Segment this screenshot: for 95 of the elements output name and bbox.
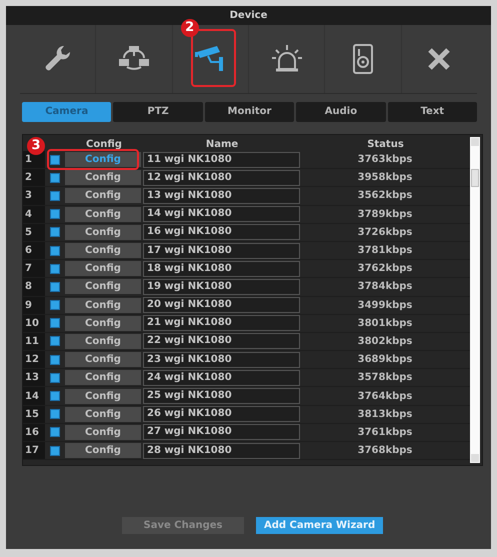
row-number: 6 xyxy=(23,242,45,260)
config-button[interactable]: Config xyxy=(65,424,141,440)
checkbox[interactable] xyxy=(50,318,60,328)
name-field[interactable]: 21 wgi NK1080 xyxy=(143,315,300,332)
table-cell-text: 3789kbps xyxy=(356,208,414,220)
row-number: 9 xyxy=(23,296,45,314)
scroll-thumb[interactable] xyxy=(471,169,479,187)
row-number: 17 xyxy=(23,442,45,460)
tab[interactable]: Text xyxy=(388,102,478,122)
name-field[interactable]: 12 wgi NK1080 xyxy=(143,170,300,186)
name-field[interactable]: 18 wgi NK1080 xyxy=(143,260,300,277)
table-cell-text: 3784kbps xyxy=(356,281,414,292)
name-field[interactable]: 14 wgi NK1080 xyxy=(143,206,300,222)
checkbox[interactable] xyxy=(50,446,60,456)
config-button[interactable]: Config xyxy=(65,298,141,313)
config-button[interactable]: Config xyxy=(65,279,141,294)
table-cell-text: 3813kbps xyxy=(356,408,414,420)
tab[interactable]: Monitor xyxy=(204,102,294,122)
name-field[interactable]: 26 wgi NK1080 xyxy=(143,406,300,422)
name-field[interactable]: 27 wgi NK1080 xyxy=(143,424,300,440)
table-cell-text: 3768kbps xyxy=(356,445,414,456)
checkbox[interactable] xyxy=(50,391,60,402)
config-button[interactable]: Config xyxy=(65,170,141,186)
table-cell-text: 3761kbps xyxy=(356,426,414,438)
checkbox[interactable] xyxy=(50,190,60,201)
name-field[interactable]: 20 wgi NK1080 xyxy=(143,297,300,314)
table-cell-text: 3562kbps xyxy=(356,190,414,202)
checkbox[interactable] xyxy=(50,372,60,383)
config-button[interactable]: Config xyxy=(65,224,141,240)
row-number: 11 xyxy=(23,332,45,350)
row-number: 16 xyxy=(23,424,45,441)
name-field[interactable]: 23 wgi NK1080 xyxy=(143,352,300,368)
row-number: 4 xyxy=(23,206,45,223)
row-number: 7 xyxy=(23,260,45,278)
row-number: 3 xyxy=(23,187,45,205)
config-button[interactable]: Config xyxy=(65,352,141,368)
table-cell-text: 3578kbps xyxy=(356,372,414,384)
callout-badge: 2 xyxy=(180,19,199,37)
config-button[interactable]: Config xyxy=(65,388,141,404)
name-field[interactable]: 22 wgi NK1080 xyxy=(143,333,300,350)
name-field[interactable]: 17 wgi NK1080 xyxy=(143,242,300,259)
column-header: Config xyxy=(85,138,123,150)
table-cell-text: 3762kbps xyxy=(356,263,414,274)
name-field[interactable]: 28 wgi NK1080 xyxy=(143,442,300,459)
name-field[interactable]: 11 wgi NK1080 xyxy=(143,152,300,168)
checkbox[interactable] xyxy=(50,300,60,310)
name-field[interactable]: 19 wgi NK1080 xyxy=(143,278,300,295)
name-field[interactable]: 13 wgi NK1080 xyxy=(143,188,300,204)
config-button[interactable]: Config xyxy=(65,261,141,276)
row-number: 12 xyxy=(23,351,45,368)
checkbox[interactable] xyxy=(50,427,60,438)
table-cell-text: 3499kbps xyxy=(356,300,414,311)
callout-badge: 3 xyxy=(27,137,45,155)
table-cell-text: 3726kbps xyxy=(356,226,414,238)
row-number: 8 xyxy=(23,278,45,296)
name-field[interactable]: 25 wgi NK1080 xyxy=(143,388,300,404)
checkbox[interactable] xyxy=(50,209,60,220)
row-number: 2 xyxy=(23,169,45,186)
config-button[interactable]: Config xyxy=(65,188,141,204)
scrollbar[interactable] xyxy=(470,137,480,463)
checkbox[interactable] xyxy=(50,172,60,183)
table-cell-text: 3763kbps xyxy=(356,154,414,166)
row-number: 13 xyxy=(23,369,45,386)
row-number: 15 xyxy=(23,406,45,423)
row-number: 5 xyxy=(23,224,45,241)
checkbox[interactable] xyxy=(50,409,60,420)
window-title: Device xyxy=(230,10,268,21)
checkbox[interactable] xyxy=(50,154,60,165)
checkbox[interactable] xyxy=(50,282,60,292)
name-field[interactable]: 24 wgi NK1080 xyxy=(143,370,300,386)
config-button[interactable]: Config xyxy=(65,316,141,331)
table-cell-text: 3801kbps xyxy=(356,318,414,329)
tab[interactable]: Audio xyxy=(296,102,386,122)
config-button[interactable]: Config xyxy=(65,370,141,386)
table-cell-text: 3802kbps xyxy=(356,336,414,347)
checkbox[interactable] xyxy=(50,246,60,256)
config-button[interactable]: Config xyxy=(65,406,141,422)
column-header: Status xyxy=(366,138,405,150)
table-cell-text: 3781kbps xyxy=(356,245,414,256)
checkbox[interactable] xyxy=(50,264,60,274)
table-cell-text: 3689kbps xyxy=(356,354,414,366)
name-field[interactable]: 16 wgi NK1080 xyxy=(143,224,300,240)
checkbox[interactable] xyxy=(50,336,60,346)
column-header: Name xyxy=(204,138,240,150)
row-number: 10 xyxy=(23,314,45,332)
checkbox[interactable] xyxy=(50,354,60,365)
checkbox[interactable] xyxy=(50,227,60,238)
config-button[interactable]: Config xyxy=(65,206,141,222)
config-button[interactable]: Config xyxy=(65,334,141,349)
table-cell-text: 3764kbps xyxy=(356,390,414,402)
tab[interactable]: PTZ xyxy=(113,102,203,122)
config-button[interactable]: Config xyxy=(65,443,141,458)
table-cell-text: 3958kbps xyxy=(356,172,414,184)
config-button[interactable]: Config xyxy=(65,243,141,258)
row-number: 14 xyxy=(23,387,45,405)
